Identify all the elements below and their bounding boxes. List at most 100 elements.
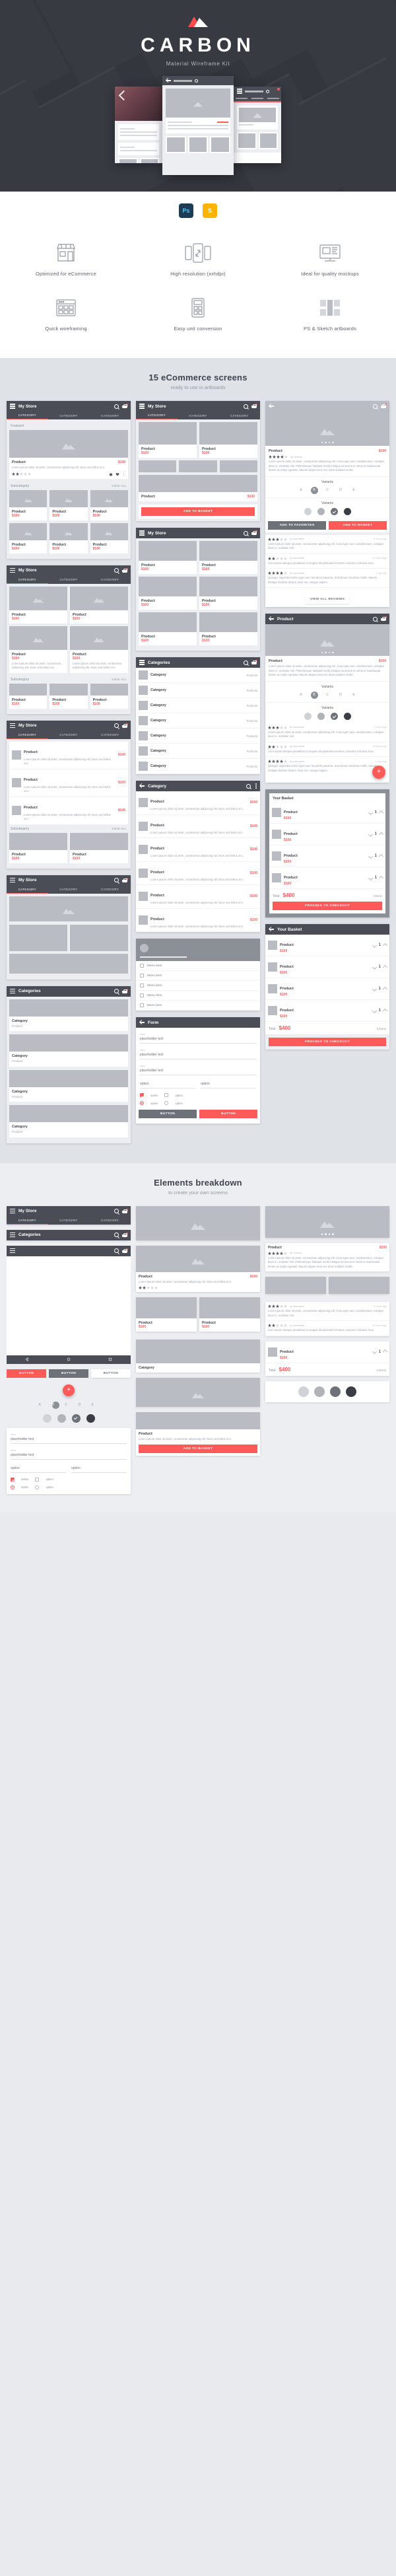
category-tile[interactable]: Category Products xyxy=(9,1034,128,1067)
increase-qty-icon[interactable] xyxy=(378,810,384,815)
heart-icon[interactable] xyxy=(116,472,119,476)
menu-item[interactable]: Menu item xyxy=(136,991,260,1001)
product-tile[interactable] xyxy=(219,460,257,472)
color-swatch-2[interactable] xyxy=(57,1413,66,1423)
thumbnail-tile[interactable] xyxy=(265,1277,326,1294)
product-list-row[interactable]: Product Lorem ipsum dolor sit amet, conse… xyxy=(136,885,260,909)
decrease-qty-icon[interactable] xyxy=(372,1008,377,1013)
back-arrow-icon[interactable] xyxy=(139,1020,145,1025)
decrease-qty-icon[interactable] xyxy=(368,853,373,859)
select-input-left[interactable]: option xyxy=(11,1465,66,1473)
checkbox-checked[interactable] xyxy=(11,1477,15,1482)
cart-icon[interactable] xyxy=(122,877,128,882)
product-tile[interactable]: Product $100 xyxy=(50,489,88,520)
decrease-qty-icon[interactable] xyxy=(372,986,377,991)
product-tile[interactable]: Product $100 xyxy=(139,541,197,574)
search-icon[interactable] xyxy=(114,568,119,573)
product-card[interactable] xyxy=(9,953,128,974)
proceed-to-checkout-button[interactable]: PROCEED TO CHECKOUT xyxy=(269,1038,386,1046)
text-input[interactable]: placeholder text xyxy=(11,1436,127,1444)
decrease-qty-icon[interactable] xyxy=(372,964,377,970)
add-fab-button[interactable]: + xyxy=(63,1384,75,1396)
color-swatch-1[interactable] xyxy=(42,1413,51,1423)
home-nav-icon[interactable] xyxy=(67,1357,71,1361)
product-tile[interactable]: Product $100 xyxy=(199,422,257,458)
hamburger-menu-icon[interactable] xyxy=(10,1210,15,1212)
color-swatch-2[interactable] xyxy=(317,507,325,515)
tab-category-2[interactable]: CATEGORY xyxy=(48,414,90,417)
cart-icon[interactable] xyxy=(251,404,257,408)
add-to-basket-button[interactable]: ADD TO BASKET xyxy=(139,1444,257,1453)
product-tile[interactable]: Product $100 Lorem ipsum dolor sit amet, c… xyxy=(70,626,128,673)
color-swatch-4[interactable] xyxy=(343,712,351,720)
color-swatch-1[interactable] xyxy=(304,507,312,515)
carousel-dots[interactable] xyxy=(265,1233,389,1235)
back-arrow-icon[interactable] xyxy=(269,927,274,932)
product-list-row[interactable]: Product Lorem ipsum dolor sit amet, conse… xyxy=(9,741,128,769)
category-row[interactable]: Category Products xyxy=(136,744,260,759)
secondary-button[interactable]: BUTTON xyxy=(49,1369,88,1378)
variant-chip-a[interactable]: A xyxy=(39,1402,46,1409)
product-list-row[interactable]: Product Lorem ipsum dolor sit amet, conse… xyxy=(9,769,128,797)
product-tile[interactable]: Product $100 xyxy=(9,832,67,863)
product-list-row[interactable]: Product Lorem ipsum dolor sit amet, conse… xyxy=(136,908,260,932)
category-row[interactable]: Category Products xyxy=(136,759,260,774)
proceed-to-checkout-button[interactable]: PROCEED TO CHECKOUT xyxy=(273,902,382,910)
product-list-row[interactable]: Product Lorem ipsum dolor sit amet, conse… xyxy=(136,861,260,885)
product-card[interactable] xyxy=(9,896,128,921)
overflow-menu-icon[interactable] xyxy=(255,785,257,787)
product-tile[interactable]: Product $100 xyxy=(9,586,67,624)
back-arrow-icon[interactable] xyxy=(139,783,145,789)
search-icon[interactable] xyxy=(244,404,248,409)
tab-category-2[interactable]: CATEGORY xyxy=(48,1219,90,1222)
product-tile[interactable] xyxy=(179,460,217,472)
tab-category-1[interactable]: CATEGORY xyxy=(7,411,48,419)
tab-category-1[interactable]: CATEGORY xyxy=(136,411,178,419)
back-arrow-icon[interactable] xyxy=(269,404,274,409)
variant-chip-d[interactable]: D xyxy=(79,1402,86,1409)
featured-product-card[interactable]: Product $100 Lorem ipsum dolor sit amet,… xyxy=(9,430,128,479)
back-nav-icon[interactable] xyxy=(25,1357,29,1361)
product-list-row[interactable]: Product Lorem ipsum dolor sit amet, conse… xyxy=(136,838,260,862)
radio-unselected[interactable] xyxy=(164,1101,169,1105)
radio-selected[interactable] xyxy=(11,1485,15,1489)
category-row[interactable]: Category Products xyxy=(136,713,260,729)
variant-chip-e[interactable]: E xyxy=(92,1402,99,1409)
text-input[interactable]: placeholder text xyxy=(11,1452,127,1460)
search-icon[interactable] xyxy=(114,1233,119,1237)
decrease-qty-icon[interactable] xyxy=(368,832,373,837)
search-icon[interactable] xyxy=(114,1209,119,1213)
variant-chip-d[interactable]: D xyxy=(337,692,345,699)
tab-category-2[interactable]: CATEGORY xyxy=(178,414,219,417)
color-swatch-2[interactable] xyxy=(317,712,325,720)
cart-icon[interactable] xyxy=(251,530,257,535)
tab-category-2[interactable]: CATEGORY xyxy=(48,888,90,891)
search-icon[interactable] xyxy=(114,404,119,409)
variant-chip-c[interactable]: C xyxy=(324,487,331,494)
variant-chip-a[interactable]: A xyxy=(298,487,305,494)
tab-category-1[interactable]: CATEGORY xyxy=(7,1217,48,1225)
increase-qty-icon[interactable] xyxy=(382,1349,388,1355)
color-swatch-4[interactable] xyxy=(86,1413,95,1423)
variant-chip-b[interactable]: B xyxy=(310,691,318,699)
variant-chip-b[interactable]: B xyxy=(310,486,318,494)
cart-icon[interactable] xyxy=(122,1232,128,1237)
form-submit-button[interactable]: BUTTON xyxy=(199,1110,257,1118)
category-row[interactable]: Category Products xyxy=(136,683,260,698)
search-icon[interactable] xyxy=(244,660,248,665)
select-input-left[interactable]: option xyxy=(140,1081,195,1089)
search-icon[interactable] xyxy=(246,783,251,789)
add-to-basket-button[interactable]: ADD TO BASKET xyxy=(329,520,387,530)
add-to-basket-button[interactable]: ADD TO BASKET xyxy=(141,507,255,516)
search-icon[interactable] xyxy=(114,723,119,728)
product-tile[interactable]: Product $100 xyxy=(9,683,48,709)
product-tile[interactable]: Product $100 xyxy=(139,612,197,645)
search-icon[interactable] xyxy=(244,530,248,536)
product-list-row[interactable]: Product Lorem ipsum dolor sit amet, conse… xyxy=(136,791,260,815)
product-tile[interactable]: Product $100 xyxy=(199,577,257,610)
variant-chip-c[interactable]: C xyxy=(65,1402,73,1409)
product-tile[interactable]: Product $100 xyxy=(139,422,197,458)
color-swatch-3-selected[interactable] xyxy=(330,507,338,515)
product-list-row[interactable]: Product Lorem ipsum dolor sit amet, conse… xyxy=(9,797,128,825)
product-tile[interactable] xyxy=(9,924,67,951)
